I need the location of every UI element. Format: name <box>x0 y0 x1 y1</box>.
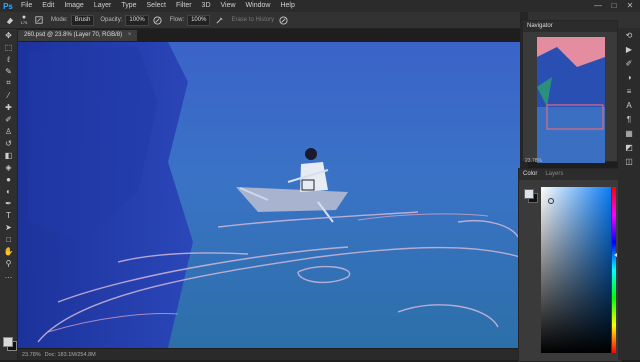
menu-type[interactable]: Type <box>116 0 141 12</box>
flow-input[interactable]: 100% <box>187 14 211 26</box>
flow-label: Flow: <box>169 17 185 23</box>
panel-foreground-swatch[interactable] <box>524 189 534 199</box>
navigator-tab[interactable]: Navigator <box>527 21 553 32</box>
navigator-preview <box>537 37 605 163</box>
history-icon[interactable]: ⟲ <box>618 28 640 42</box>
styles-icon[interactable]: ◩ <box>618 140 640 154</box>
brush-icon[interactable]: ✐ <box>0 113 17 125</box>
color-header: Color Layers <box>519 169 621 180</box>
crop-icon[interactable]: ⌗ <box>0 77 17 89</box>
dodge-icon[interactable]: ◐ <box>0 185 17 197</box>
color-picker-cursor[interactable] <box>548 198 554 204</box>
brush-settings-icon[interactable] <box>33 14 45 26</box>
tools-panel: ✥ ⬚ ℓ ✎ ⌗ ⁄ ✚ ✐ ♙ ↺ ◧ ◈ ● ◐ ✒ T ➤ □ ✋ ⚲ … <box>0 29 18 360</box>
navigator-zoom[interactable]: 23.78% <box>525 158 542 164</box>
hand-icon[interactable]: ✋ <box>0 245 17 257</box>
stamp-icon[interactable]: ♙ <box>0 125 17 137</box>
brush-size-value: 175 <box>20 20 28 25</box>
eyedropper-icon[interactable]: ⁄ <box>0 89 17 101</box>
menu-window[interactable]: Window <box>241 0 276 12</box>
pressure-opacity-icon[interactable] <box>152 14 164 26</box>
color-picker-field[interactable] <box>541 187 611 353</box>
zoom-icon[interactable]: ⚲ <box>0 257 17 269</box>
person-head <box>305 148 317 160</box>
hue-slider[interactable] <box>612 187 616 353</box>
lasso-icon[interactable]: ℓ <box>0 53 17 65</box>
panel-dock: ⟲ ▶ ✐ ◑ ≡ A ¶ ▦ ◩ ◫ <box>618 28 640 360</box>
opacity-input[interactable]: 100% <box>125 14 149 26</box>
menu-filter[interactable]: Filter <box>171 0 197 12</box>
menu-edit[interactable]: Edit <box>37 0 59 12</box>
menu-select[interactable]: Select <box>142 0 171 12</box>
tab-layers[interactable]: Layers <box>545 169 563 180</box>
swatches-icon[interactable]: ▦ <box>618 126 640 140</box>
photoshop-logo: Ps <box>3 1 13 11</box>
brush-preset-picker[interactable]: ● 175 <box>18 14 30 26</box>
healing-icon[interactable]: ✚ <box>0 101 17 113</box>
close-icon[interactable]: ✕ <box>622 0 638 12</box>
painting <box>18 42 520 348</box>
actions-icon[interactable]: ▶ <box>618 42 640 56</box>
menu-help[interactable]: Help <box>275 0 299 12</box>
menu-layer[interactable]: Layer <box>89 0 117 12</box>
tab-color[interactable]: Color <box>523 169 537 180</box>
character-icon[interactable]: A <box>618 98 640 112</box>
erase-to-history-checkbox[interactable]: Erase to History <box>231 17 274 23</box>
paragraph-icon[interactable]: ¶ <box>618 112 640 126</box>
marquee-icon[interactable]: ⬚ <box>0 41 17 53</box>
pen-icon[interactable]: ✒ <box>0 197 17 209</box>
mode-select[interactable]: Brush <box>70 14 95 26</box>
navigator-thumbnail[interactable] <box>537 37 605 163</box>
blur-icon[interactable]: ● <box>0 173 17 185</box>
menu-file[interactable]: File <box>16 0 37 12</box>
adjustments-icon[interactable]: ◑ <box>618 70 640 84</box>
bucket-icon[interactable]: ◈ <box>0 161 17 173</box>
mode-label: Mode: <box>51 17 68 23</box>
airbrush-icon[interactable] <box>213 14 225 26</box>
status-doc-size: Doc: 183.1M/254.8M <box>44 351 96 358</box>
document-title: 260.psd @ 23.8% (Layer 70, RGB/8) <box>24 32 123 38</box>
foreground-color-swatch[interactable] <box>3 337 13 347</box>
menu-view[interactable]: View <box>216 0 241 12</box>
pressure-size-icon[interactable] <box>277 14 289 26</box>
status-bar: 23.78% Doc: 183.1M/254.8M <box>18 349 520 360</box>
maximize-icon[interactable]: □ <box>606 0 622 12</box>
minimize-icon[interactable]: — <box>590 0 606 12</box>
navigator-panel: Navigator 23.78% <box>522 20 618 164</box>
eraser-tool-icon[interactable] <box>3 14 15 26</box>
opacity-label: Opacity: <box>100 17 123 23</box>
shape-icon[interactable]: □ <box>0 233 17 245</box>
brushes-icon[interactable]: ✐ <box>618 56 640 70</box>
status-zoom[interactable]: 23.78% <box>22 352 41 358</box>
close-tab-icon[interactable]: × <box>128 32 132 38</box>
channels-icon[interactable]: ◫ <box>618 154 640 168</box>
menu-bar: Ps File Edit Image Layer Type Select Fil… <box>0 0 640 12</box>
navigator-header: Navigator <box>523 21 617 32</box>
quick-select-icon[interactable]: ✎ <box>0 65 17 77</box>
move-icon[interactable]: ✥ <box>0 29 17 41</box>
type-icon[interactable]: T <box>0 209 17 221</box>
path-select-icon[interactable]: ➤ <box>0 221 17 233</box>
eraser-icon[interactable]: ◧ <box>0 149 17 161</box>
more-tools-icon[interactable]: … <box>0 269 17 281</box>
color-panel: Color Layers <box>518 168 622 362</box>
history-brush-icon[interactable]: ↺ <box>0 137 17 149</box>
canvas[interactable] <box>18 42 520 348</box>
document-tab[interactable]: 260.psd @ 23.8% (Layer 70, RGB/8) × <box>18 30 138 41</box>
menu-image[interactable]: Image <box>59 0 88 12</box>
properties-icon[interactable]: ≡ <box>618 84 640 98</box>
menu-3d[interactable]: 3D <box>197 0 216 12</box>
hue-slider-marker[interactable] <box>614 253 617 257</box>
